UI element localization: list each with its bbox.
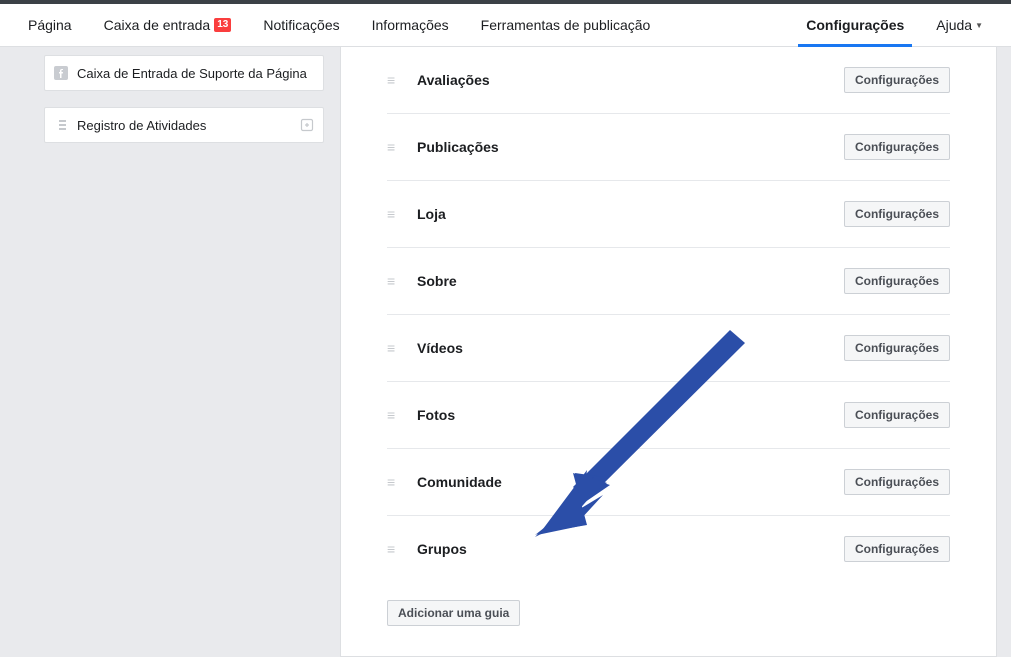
tab-row: ≡ Avaliações Configurações xyxy=(387,47,950,114)
tab-settings-button[interactable]: Configurações xyxy=(844,67,950,93)
main-panel: ≡ Avaliações Configurações ≡ Publicações… xyxy=(340,47,997,657)
tab-row: ≡ Grupos Configurações xyxy=(387,516,950,582)
tab-label: Fotos xyxy=(417,407,844,423)
nav-ferramentas[interactable]: Ferramentas de publicação xyxy=(465,4,667,46)
tab-row: ≡ Vídeos Configurações xyxy=(387,315,950,382)
sidebar-item-label: Caixa de Entrada de Suporte da Página xyxy=(77,66,315,81)
drag-handle-icon[interactable]: ≡ xyxy=(387,206,401,222)
list-icon xyxy=(53,117,69,133)
tab-settings-button[interactable]: Configurações xyxy=(844,335,950,361)
tab-label: Comunidade xyxy=(417,474,844,490)
tab-list: ≡ Avaliações Configurações ≡ Publicações… xyxy=(341,47,996,582)
drag-handle-icon[interactable]: ≡ xyxy=(387,273,401,289)
tab-settings-button[interactable]: Configurações xyxy=(844,201,950,227)
tab-label: Vídeos xyxy=(417,340,844,356)
facebook-icon xyxy=(53,65,69,81)
sidebar-item-label: Registro de Atividades xyxy=(77,118,299,133)
tab-label: Grupos xyxy=(417,541,844,557)
add-tab-button[interactable]: Adicionar uma guia xyxy=(387,600,520,626)
drag-handle-icon[interactable]: ≡ xyxy=(387,72,401,88)
tab-settings-button[interactable]: Configurações xyxy=(844,469,950,495)
drag-handle-icon[interactable]: ≡ xyxy=(387,541,401,557)
sidebar: Caixa de Entrada de Suporte da Página Re… xyxy=(0,47,340,657)
drag-handle-icon[interactable]: ≡ xyxy=(387,139,401,155)
tab-row: ≡ Comunidade Configurações xyxy=(387,449,950,516)
drag-handle-icon[interactable]: ≡ xyxy=(387,340,401,356)
nav-configuracoes[interactable]: Configurações xyxy=(790,4,920,46)
drag-handle-icon[interactable]: ≡ xyxy=(387,407,401,423)
log-icon xyxy=(299,117,315,133)
drag-handle-icon[interactable]: ≡ xyxy=(387,474,401,490)
tab-settings-button[interactable]: Configurações xyxy=(844,268,950,294)
nav-ajuda[interactable]: Ajuda▼ xyxy=(920,4,999,46)
sidebar-item-activity-log[interactable]: Registro de Atividades xyxy=(44,107,324,143)
tab-row: ≡ Loja Configurações xyxy=(387,181,950,248)
tab-row: ≡ Publicações Configurações xyxy=(387,114,950,181)
tab-label: Avaliações xyxy=(417,72,844,88)
tab-label: Sobre xyxy=(417,273,844,289)
tab-row: ≡ Fotos Configurações xyxy=(387,382,950,449)
tab-settings-button[interactable]: Configurações xyxy=(844,134,950,160)
topnav: Página Caixa de entrada 13 Notificações … xyxy=(0,4,1011,47)
tab-settings-button[interactable]: Configurações xyxy=(844,402,950,428)
nav-inbox[interactable]: Caixa de entrada 13 xyxy=(88,4,248,46)
inbox-badge: 13 xyxy=(214,18,231,32)
tab-settings-button[interactable]: Configurações xyxy=(844,536,950,562)
nav-informacoes[interactable]: Informações xyxy=(356,4,465,46)
tab-row: ≡ Sobre Configurações xyxy=(387,248,950,315)
chevron-down-icon: ▼ xyxy=(975,21,983,30)
nav-notificacoes[interactable]: Notificações xyxy=(247,4,355,46)
tab-label: Publicações xyxy=(417,139,844,155)
tab-label: Loja xyxy=(417,206,844,222)
sidebar-item-support-inbox[interactable]: Caixa de Entrada de Suporte da Página xyxy=(44,55,324,91)
nav-pagina[interactable]: Página xyxy=(12,4,88,46)
